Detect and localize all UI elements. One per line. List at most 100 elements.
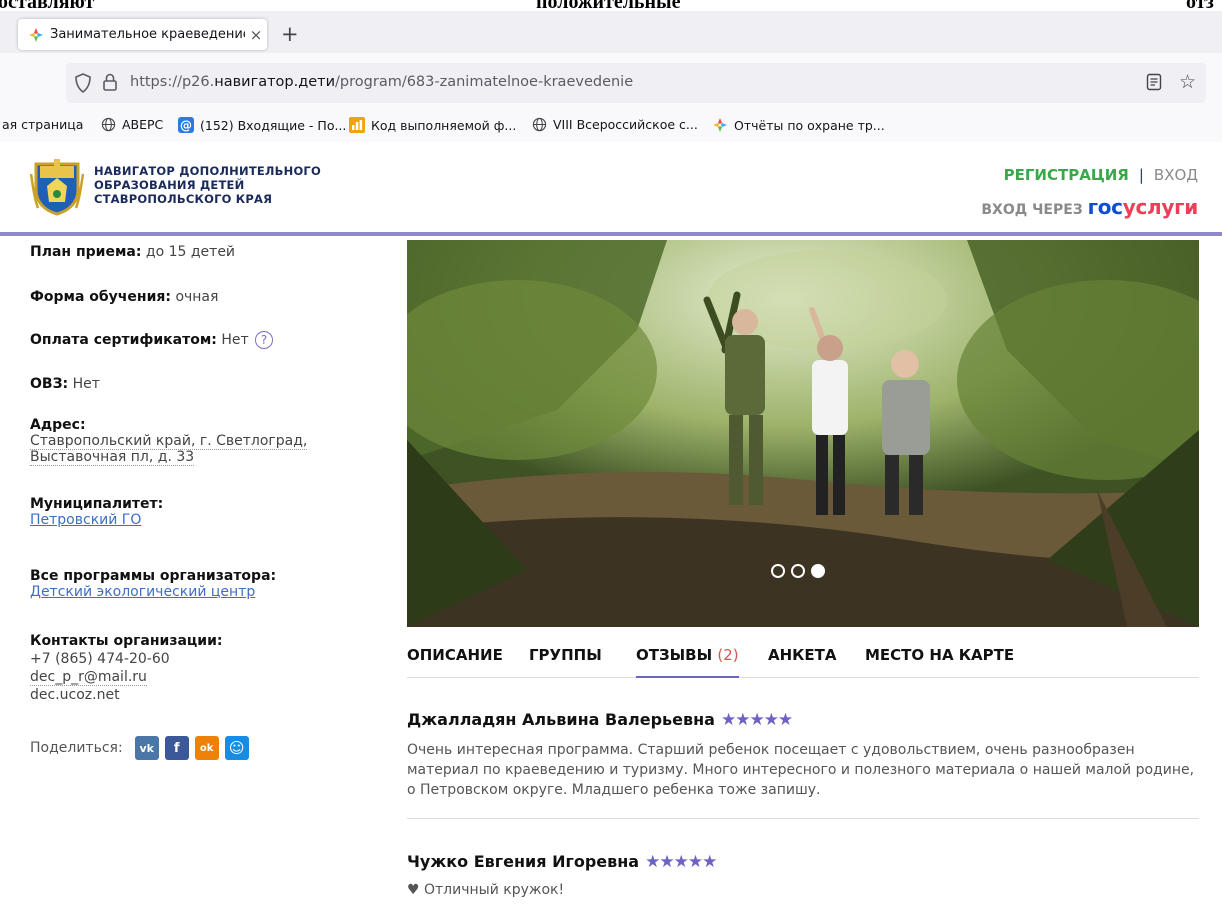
tab-reviews[interactable]: ОТЗЫВЫ (2) xyxy=(636,646,739,678)
svg-text:@: @ xyxy=(180,119,192,133)
site-favicon-icon xyxy=(29,27,43,42)
vk-icon: vk xyxy=(139,741,154,755)
carousel-dot[interactable] xyxy=(771,564,785,578)
bookmark-label: (152) Входящие - По... xyxy=(200,117,347,133)
organizer-link[interactable]: Детский экологический центр xyxy=(30,584,255,600)
review-divider xyxy=(407,818,1199,819)
carousel-dot-active[interactable] xyxy=(811,564,825,578)
reader-view-icon[interactable] xyxy=(1146,73,1162,91)
facebook-icon: f xyxy=(173,740,180,756)
lock-icon[interactable] xyxy=(102,72,118,92)
tab-map[interactable]: МЕСТО НА КАРТЕ xyxy=(865,646,1014,678)
field-label: Оплата сертификатом: xyxy=(30,332,217,348)
facebook-share-button[interactable]: f xyxy=(164,736,189,760)
browser-tab-bar: Занимательное краеведение × + xyxy=(0,11,1222,53)
field-value: очная xyxy=(175,289,219,305)
browser-tab[interactable]: Занимательное краеведение × xyxy=(18,19,267,50)
gosuslugi-logo-part: услуги xyxy=(1122,195,1199,219)
brand-line: СТАВРОПОЛЬСКОГО КРАЯ xyxy=(94,192,273,206)
new-tab-button[interactable]: + xyxy=(281,23,299,45)
reviews-count: (2) xyxy=(717,646,739,664)
document-crop: оставляют положительные отз xyxy=(0,0,1222,13)
odnoklassniki-share-button[interactable]: ok xyxy=(194,736,219,760)
rating-stars-icon: ★★★★★ xyxy=(645,852,717,872)
carousel-dots xyxy=(771,564,825,578)
mail-icon: @ xyxy=(178,117,194,133)
site-brand[interactable]: НАВИГАТОР ДОПОЛНИТЕЛЬНОГО ОБРАЗОВАНИЯ ДЕ… xyxy=(94,164,321,206)
bookmark-label: ая страница xyxy=(2,117,84,132)
globe-icon xyxy=(532,117,547,132)
gosuslugi-logo-part: гос xyxy=(1087,195,1123,219)
address-line[interactable]: Выставочная пл, д. 33 xyxy=(30,449,195,466)
payment-field: Оплата сертификатом: Нет ? xyxy=(30,331,274,349)
crest-logo[interactable] xyxy=(30,156,84,216)
field-label: Все программы организатора: xyxy=(30,568,277,584)
address-line[interactable]: Ставропольский край, г. Светлоград, xyxy=(30,433,308,450)
url-prefix: https://p26. xyxy=(130,74,215,90)
email-link[interactable]: dec_p_r@mail.ru xyxy=(30,669,147,686)
bars-icon xyxy=(349,117,365,133)
auth-separator: | xyxy=(1138,166,1144,184)
help-icon[interactable]: ? xyxy=(255,331,274,349)
program-photo-carousel[interactable] xyxy=(407,240,1199,627)
bookmark-label: VIII Всероссийское с... xyxy=(553,117,698,132)
bookmarks-bar: ая страница ABEPC @ (152) Входящие - По.… xyxy=(0,108,1222,142)
close-tab-icon[interactable]: × xyxy=(245,26,267,44)
bookmark-item[interactable]: Отчёты по охране тр... xyxy=(712,117,885,133)
bookmark-item[interactable]: Код выполняемой ф... xyxy=(349,117,516,133)
field-label: Форма обучения: xyxy=(30,289,171,305)
review-text: Очень интересная программа. Старший ребе… xyxy=(407,742,1195,798)
moimir-share-button[interactable]: ☺ xyxy=(224,736,249,760)
shield-icon[interactable] xyxy=(74,73,92,93)
review-author-name: Джалладян Альвина Валерьевна xyxy=(407,710,715,729)
rating-stars-icon: ★★★★★ xyxy=(720,710,793,730)
tab-description[interactable]: ОПИСАНИЕ xyxy=(407,646,503,678)
login-link[interactable]: ВХОД xyxy=(1154,166,1198,184)
flower-icon xyxy=(713,118,727,132)
form-field: Форма обучения: очная xyxy=(30,289,218,305)
brand-line: НАВИГАТОР ДОПОЛНИТЕЛЬНОГО xyxy=(94,164,321,178)
review-author: Чужко Евгения Игоревна ★★★★★ xyxy=(407,852,717,872)
bookmark-item[interactable]: VIII Всероссийское с... xyxy=(532,117,698,132)
carousel-dot[interactable] xyxy=(791,564,805,578)
field-value: до 15 детей xyxy=(145,244,236,260)
browser-tab-title: Занимательное краеведение xyxy=(50,27,245,42)
review-author: Джалладян Альвина Валерьевна ★★★★★ xyxy=(407,710,793,730)
website-text[interactable]: dec.ucoz.net xyxy=(30,687,120,703)
tab-form[interactable]: АНКЕТА xyxy=(768,646,837,678)
vk-share-button[interactable]: vk xyxy=(134,736,159,760)
url-domain: навигатор.дети xyxy=(214,74,336,90)
register-link[interactable]: РЕГИСТРАЦИЯ xyxy=(1004,166,1129,184)
field-label: План приема: xyxy=(30,244,142,260)
odnoklassniki-icon: ok xyxy=(199,742,214,754)
url-text[interactable]: https://p26.навигатор.дети/program/683-z… xyxy=(130,74,633,90)
brand-line: ОБРАЗОВАНИЯ ДЕТЕЙ xyxy=(94,178,245,192)
auth-links: РЕГИСТРАЦИЯ | ВХОД xyxy=(1004,166,1198,184)
tab-groups[interactable]: ГРУППЫ xyxy=(529,646,602,678)
ovz-field: ОВЗ: Нет xyxy=(30,376,100,392)
bookmark-item[interactable]: @ (152) Входящие - По... xyxy=(178,117,346,133)
content-tabs: ОПИСАНИЕ ГРУППЫ ОТЗЫВЫ (2) АНКЕТА МЕСТО … xyxy=(407,646,1199,678)
organizer-programs-field: Все программы организатора: Детский экол… xyxy=(30,568,276,600)
plan-field: План приема: до 15 детей xyxy=(30,244,235,260)
municipality-field: Муниципалитет: Петровский ГО xyxy=(30,496,163,528)
bookmark-label: Отчёты по охране тр... xyxy=(734,117,885,133)
browser-navbar: https://p26.навигатор.дети/program/683-z… xyxy=(0,53,1222,115)
field-label: Контакты организации: xyxy=(30,633,223,649)
field-label: Адрес: xyxy=(30,417,86,433)
gosuslugi-login-link[interactable]: ВХОД ЧЕРЕЗ госуслуги xyxy=(981,195,1198,219)
field-label: Муниципалитет: xyxy=(30,496,164,512)
contacts-field: Контакты организации: +7 (865) 474-20-60… xyxy=(30,632,223,704)
address-field: Адрес: Ставропольский край, г. Светлогра… xyxy=(30,417,308,466)
review-text: ♥ Отличный кружок! xyxy=(407,882,565,898)
address-bar[interactable]: https://p26.навигатор.дети/program/683-z… xyxy=(66,63,1206,103)
bookmark-item[interactable]: ABEPC xyxy=(101,117,163,132)
municipality-link[interactable]: Петровский ГО xyxy=(30,512,141,528)
gosuslugi-prefix: ВХОД ЧЕРЕЗ xyxy=(981,202,1083,218)
review-author-name: Чужко Евгения Игоревна xyxy=(407,852,640,871)
phone-text: +7 (865) 474-20-60 xyxy=(30,651,170,667)
share-bar: Поделиться: vk f ok ☺ xyxy=(30,736,249,760)
bookmark-item[interactable]: ая страница xyxy=(2,117,83,132)
bookmark-star-icon[interactable]: ☆ xyxy=(1179,71,1196,93)
tab-reviews-label: ОТЗЫВЫ xyxy=(636,646,713,664)
